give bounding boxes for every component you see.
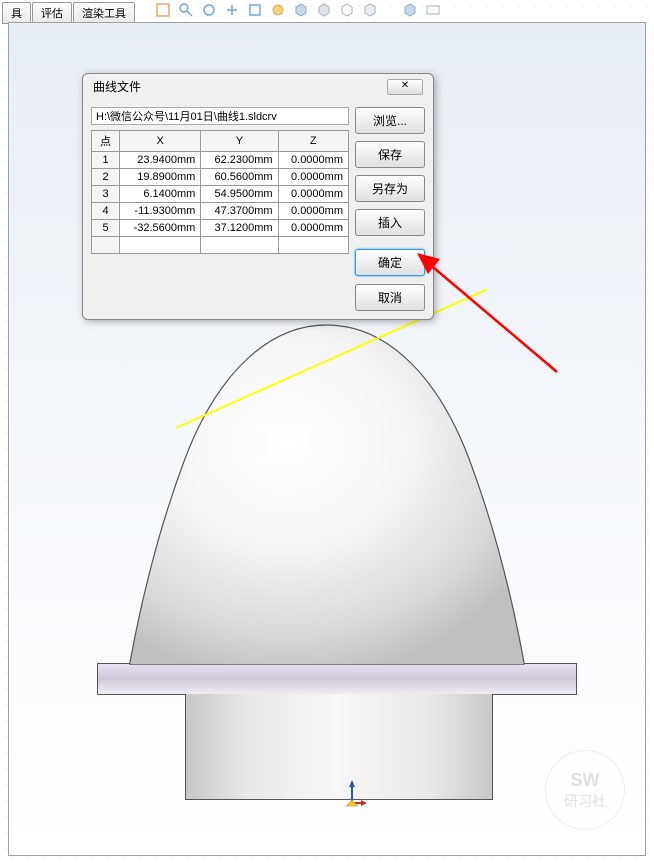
watermark-sw: SW <box>571 770 600 791</box>
tool-icon-12[interactable] <box>425 2 441 18</box>
tool-icon-9[interactable] <box>339 2 355 18</box>
tool-icon-3[interactable] <box>201 2 217 18</box>
annotation-arrow <box>412 247 562 377</box>
save-button[interactable]: 保存 <box>355 141 425 168</box>
col-header-point: 点 <box>92 131 120 152</box>
col-header-y: Y <box>201 131 278 152</box>
menu-tabs: 具 评估 渲染工具 <box>2 2 135 24</box>
watermark: SW 研习社 <box>545 750 625 830</box>
insert-button[interactable]: 插入 <box>355 209 425 236</box>
table-row[interactable]: 5 -32.5600mm 37.1200mm 0.0000mm <box>92 220 349 237</box>
table-row-empty[interactable] <box>92 237 349 254</box>
dialog-titlebar[interactable]: 曲线文件 ✕ <box>83 74 433 99</box>
model-flange <box>97 663 577 695</box>
tool-icon-7[interactable] <box>293 2 309 18</box>
save-as-button[interactable]: 另存为 <box>355 175 425 202</box>
tool-icon-1[interactable] <box>155 2 171 18</box>
col-header-z: Z <box>278 131 348 152</box>
col-header-x: X <box>120 131 201 152</box>
file-path-input[interactable] <box>91 107 349 125</box>
toolbar <box>155 2 441 18</box>
tool-icon-2[interactable] <box>178 2 194 18</box>
tool-icon-10[interactable] <box>362 2 378 18</box>
menu-tab-tool[interactable]: 具 <box>2 2 31 24</box>
menu-tab-evaluate[interactable]: 评估 <box>32 2 72 24</box>
table-row[interactable]: 1 23.9400mm 62.2300mm 0.0000mm <box>92 152 349 169</box>
table-row[interactable]: 4 -11.9300mm 47.3700mm 0.0000mm <box>92 203 349 220</box>
dialog-close-button[interactable]: ✕ <box>387 79 423 95</box>
curve-file-dialog: 曲线文件 ✕ 点 X Y Z 1 23.9400mm <box>82 73 434 320</box>
tool-icon-4[interactable] <box>224 2 240 18</box>
tool-icon-11[interactable] <box>402 2 418 18</box>
table-row[interactable]: 3 6.1400mm 54.9500mm 0.0000mm <box>92 186 349 203</box>
tool-icon-8[interactable] <box>316 2 332 18</box>
triad-origin-icon <box>337 778 367 808</box>
tool-icon-6[interactable] <box>270 2 286 18</box>
watermark-text: 研习社 <box>564 791 606 811</box>
dialog-title-text: 曲线文件 <box>93 78 141 95</box>
tool-icon-5[interactable] <box>247 2 263 18</box>
coordinates-table: 点 X Y Z 1 23.9400mm 62.2300mm 0.0000mm 2 <box>91 130 349 254</box>
table-row[interactable]: 2 19.8900mm 60.5600mm 0.0000mm <box>92 169 349 186</box>
browse-button[interactable]: 浏览... <box>355 107 425 134</box>
menu-tab-render[interactable]: 渲染工具 <box>73 2 135 24</box>
